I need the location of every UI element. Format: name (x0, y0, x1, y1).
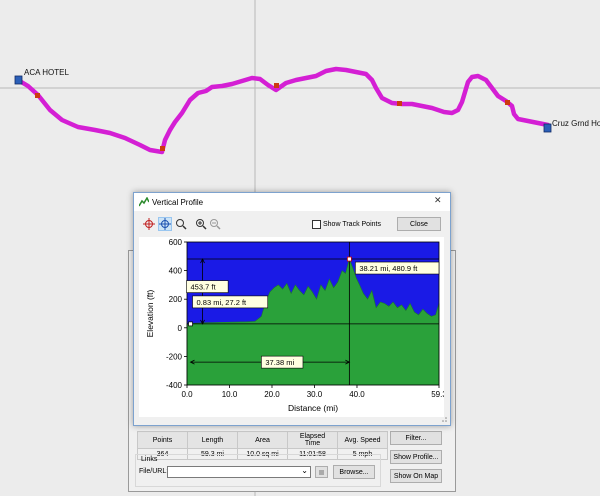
y-tick-label: -400 (166, 381, 183, 390)
select-zoom-icon[interactable] (174, 217, 188, 231)
filter-button[interactable]: Filter... (390, 431, 442, 445)
peak-point-marker (346, 256, 352, 262)
resize-grip-icon[interactable] (440, 415, 448, 423)
chevron-down-icon[interactable]: ⌄ (301, 466, 308, 475)
x-tick-label: 30.0 (307, 390, 323, 399)
file-url-label: File/URL: (139, 468, 169, 475)
show-track-points-checkbox[interactable]: Show Track Points (312, 220, 381, 229)
y-tick-label: 0 (178, 324, 183, 333)
x-tick-label: 20.0 (264, 390, 280, 399)
start-waypoint-label[interactable]: ACA HOTEL (24, 68, 69, 77)
y-tick-label: 400 (169, 267, 183, 276)
end-waypoint-label[interactable]: Cruz Grnd Hotl (552, 119, 600, 128)
end-waypoint-flag-icon[interactable] (543, 123, 552, 133)
window-title: Vertical Profile (152, 197, 204, 207)
peak-callout: 38.21 mi, 480.9 ft (359, 264, 418, 273)
x-tick-label: 40.0 (349, 390, 365, 399)
stats-header-area: Area (237, 431, 288, 449)
elevation-chart-panel: 600 400 200 0 -200 -400 0.0 10.0 20.0 30.0 40.0 59.… (139, 237, 444, 417)
stats-header-length: Length (187, 431, 238, 449)
y-tick-label: 200 (169, 295, 183, 304)
x-axis-label: Distance (mi) (288, 403, 338, 413)
profile-app-icon (139, 197, 149, 207)
y-tick-label: 600 (169, 238, 183, 247)
checkbox-box[interactable] (312, 220, 321, 229)
start-waypoint-flag-icon[interactable] (14, 75, 23, 85)
x-tick-label: 0.0 (181, 390, 193, 399)
pan-crosshair-icon[interactable] (158, 217, 172, 231)
links-label: Links (141, 456, 158, 463)
close-icon[interactable]: ✕ (434, 195, 442, 206)
stats-header-elapsed-time: Elapsed Time (287, 431, 338, 449)
start-point-callout: 0.83 mi, 27.2 ft (197, 298, 248, 307)
elevation-difference-callout: 453.7 ft (191, 283, 217, 292)
y-axis-label: Elevation (ft) (145, 289, 155, 337)
y-tick-label: -200 (166, 352, 183, 361)
zoom-out-icon[interactable] (208, 217, 222, 231)
stats-header-avg-speed: Avg. Speed (337, 431, 388, 449)
vertical-profile-titlebar[interactable]: Vertical Profile ✕ (134, 193, 450, 211)
track-markers (35, 83, 510, 151)
distance-difference-callout: 37.38 mi (265, 358, 294, 367)
stats-header-points: Points (137, 431, 188, 449)
close-button[interactable]: Close (397, 217, 441, 231)
show-track-points-label: Show Track Points (323, 221, 381, 228)
vertical-profile-window: Vertical Profile ✕ Show Track Points Clo… (133, 192, 451, 426)
show-on-map-button[interactable]: Show On Map (390, 469, 442, 483)
x-tick-label: 10.0 (222, 390, 238, 399)
elevation-profile-chart[interactable]: 600 400 200 0 -200 -4000.0 10.0 20.0 30.0 40.0 59.… (139, 237, 444, 417)
file-url-input[interactable]: ⌄ (167, 466, 311, 478)
gps-track-line[interactable] (15, 66, 551, 155)
show-profile-button[interactable]: Show Profile... (390, 450, 442, 464)
crosshair-icon[interactable] (142, 217, 156, 231)
zoom-in-icon[interactable] (194, 217, 208, 231)
start-point-marker (188, 321, 193, 327)
browse-button[interactable]: Browse... (333, 465, 375, 479)
x-tick-label: 59.3 (431, 390, 444, 399)
open-link-button[interactable] (315, 466, 328, 478)
